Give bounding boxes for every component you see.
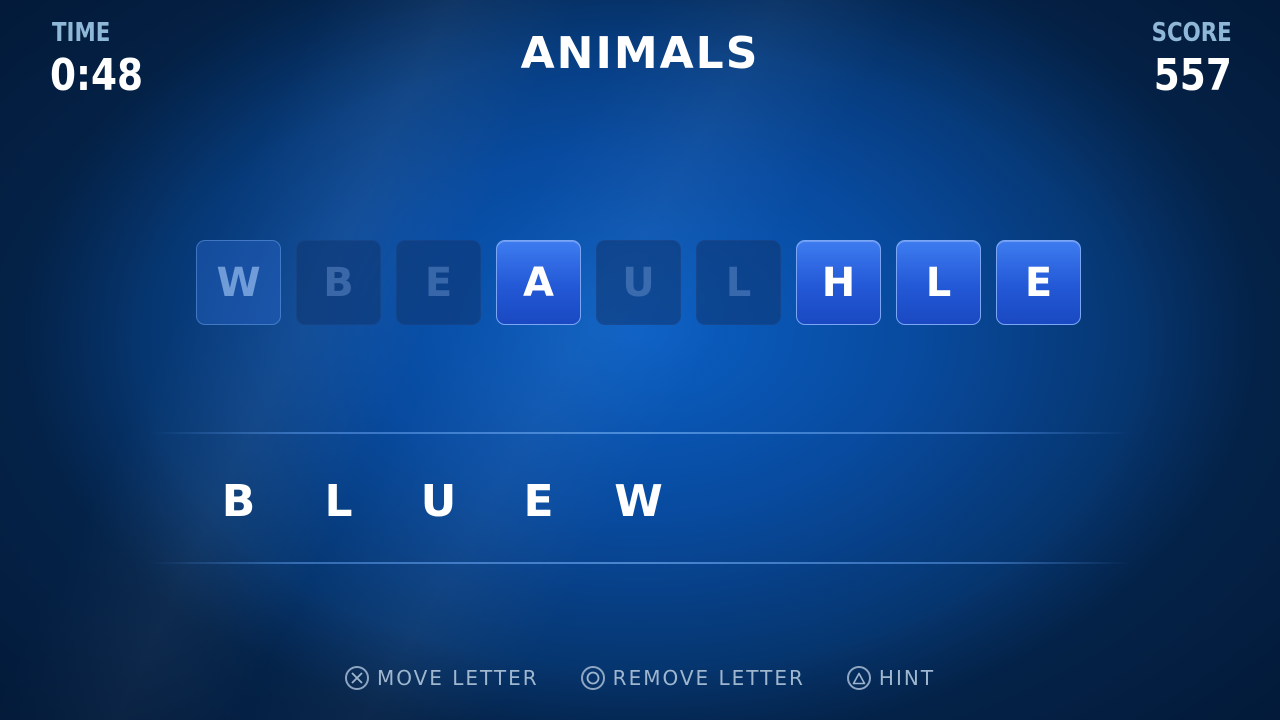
letter-tile[interactable]: H	[796, 240, 881, 325]
circle-button-icon	[580, 666, 605, 690]
hint-label: HINT	[878, 666, 936, 690]
answer-divider-bottom	[150, 562, 1130, 564]
answer-letter[interactable]: W	[596, 476, 681, 527]
answer-letter[interactable]: L	[296, 476, 381, 527]
letter-tile[interactable]: E	[996, 240, 1081, 325]
cross-button-icon	[344, 666, 369, 690]
letter-tile[interactable]: U	[596, 240, 681, 325]
remove-letter-label: REMOVE LETTER	[612, 666, 805, 690]
move-letter-label: MOVE LETTER	[376, 666, 539, 690]
triangle-button-icon	[846, 666, 871, 690]
letter-tile[interactable]: W	[196, 240, 281, 325]
letter-tile[interactable]: L	[696, 240, 781, 325]
letter-tile[interactable]: A	[496, 240, 581, 325]
hint-control[interactable]: HINT	[846, 666, 936, 690]
letter-tile[interactable]: L	[896, 240, 981, 325]
controls-legend: MOVE LETTER REMOVE LETTER HINT	[0, 666, 1280, 690]
vignette	[0, 0, 1280, 720]
answer-letter[interactable]: B	[196, 476, 281, 527]
answer-divider-top	[150, 432, 1130, 434]
letter-tile[interactable]: E	[396, 240, 481, 325]
letter-tiles: W B E A U L H L E	[196, 240, 1081, 325]
letter-tile[interactable]: B	[296, 240, 381, 325]
move-letter-control[interactable]: MOVE LETTER	[344, 666, 539, 690]
score-value: 557	[1153, 50, 1232, 101]
light-rays	[0, 0, 1280, 720]
answer-word: B L U E W	[196, 476, 681, 527]
answer-letter[interactable]: U	[396, 476, 481, 527]
category-title: ANIMALS	[520, 28, 760, 79]
score-label: SCORE	[1151, 18, 1232, 48]
remove-letter-control[interactable]: REMOVE LETTER	[580, 666, 805, 690]
answer-letter[interactable]: E	[496, 476, 581, 527]
